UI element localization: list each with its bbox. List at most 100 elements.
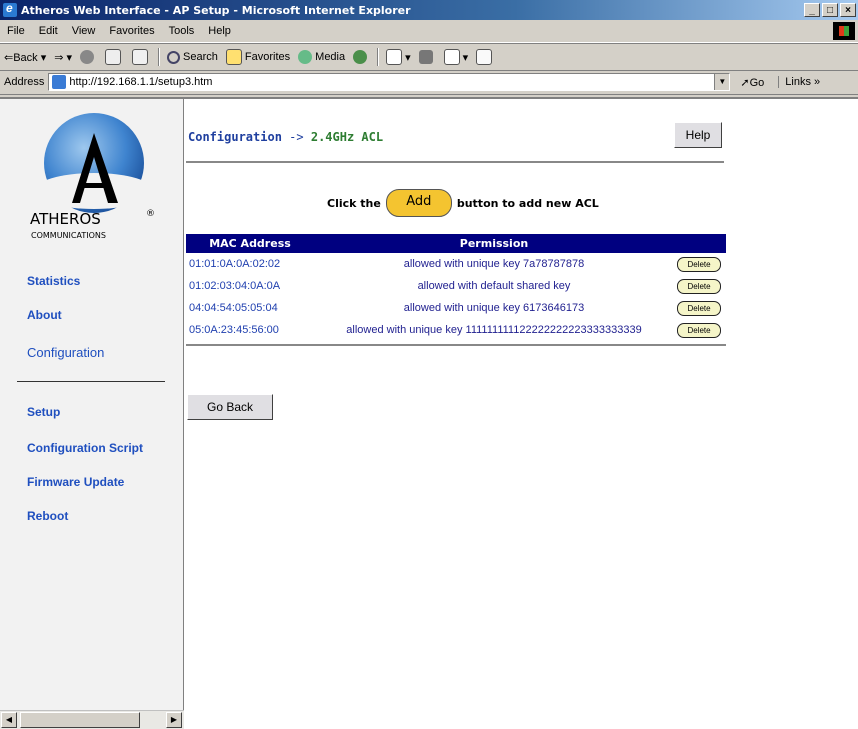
- address-bar: Address http://192.168.1.1/setup3.htm ▼ …: [0, 70, 858, 95]
- permission: allowed with unique key 1111111111222222…: [346, 324, 642, 336]
- favorites-button[interactable]: Favorites: [222, 49, 294, 65]
- help-button[interactable]: Help: [674, 122, 722, 148]
- search-label: Search: [183, 51, 218, 63]
- table-header-row: MAC Address Permission: [186, 234, 726, 253]
- print-icon: [418, 50, 433, 64]
- breadcrumb-arrow: ->: [289, 130, 304, 144]
- mail-button[interactable]: ▾: [382, 49, 415, 65]
- brand-registered: ®: [146, 209, 155, 219]
- menu-view[interactable]: View: [65, 25, 103, 37]
- toolbar-separator: [158, 48, 161, 66]
- delete-button[interactable]: Delete: [677, 256, 721, 272]
- go-back-button[interactable]: Go Back: [187, 394, 273, 420]
- scroll-right-icon[interactable]: ▶: [166, 712, 182, 728]
- brand-subtitle: COMMUNICATIONS: [31, 231, 106, 239]
- menu-edit[interactable]: Edit: [32, 25, 65, 37]
- scroll-thumb[interactable]: [20, 712, 140, 728]
- mail-icon: [386, 49, 403, 65]
- acl-table: MAC Address Permission 01:01:0A:0A:02:02…: [186, 234, 726, 341]
- refresh-button[interactable]: [101, 49, 128, 65]
- back-button[interactable]: ⇐Back ▾: [0, 51, 50, 64]
- col-action: [674, 234, 726, 253]
- refresh-icon: [105, 49, 122, 65]
- favorites-label: Favorites: [244, 51, 291, 63]
- stop-button[interactable]: [76, 50, 101, 64]
- top-divider: [186, 161, 724, 163]
- table-row: 01:02:03:04:0A:0A allowed with default s…: [186, 275, 726, 297]
- brand-name: ATHEROS: [30, 210, 101, 228]
- forward-label: ⇒: [54, 51, 64, 64]
- sidebar-item-about[interactable]: About: [27, 308, 62, 322]
- menu-file[interactable]: File: [0, 25, 32, 37]
- breadcrumb: Configuration -> 2.4GHz ACL: [188, 130, 383, 144]
- stop-icon: [80, 50, 95, 64]
- sidebar-item-statistics[interactable]: Statistics: [27, 274, 80, 288]
- permission: allowed with default shared key: [417, 280, 571, 292]
- menu-favorites[interactable]: Favorites: [102, 25, 161, 37]
- table-row: 05:0A:23:45:56:00 allowed with unique ke…: [186, 319, 726, 341]
- mac-address: 04:04:54:05:05:04: [189, 302, 278, 314]
- window-title: Atheros Web Interface - AP Setup - Micro…: [21, 3, 411, 17]
- sidebar-item-firmware-update[interactable]: Firmware Update: [27, 475, 124, 489]
- mac-address: 01:02:03:04:0A:0A: [189, 280, 281, 292]
- col-permission: Permission: [314, 234, 674, 253]
- window-title-bar: Atheros Web Interface - AP Setup - Micro…: [0, 0, 858, 20]
- edit-icon: [443, 49, 460, 65]
- add-button[interactable]: Add: [385, 189, 452, 217]
- main-frame: Configuration -> 2.4GHz ACL Help Click t…: [184, 99, 858, 729]
- ie-icon: [3, 1, 17, 17]
- media-button[interactable]: Media: [294, 50, 349, 64]
- instruction-post: button to add new ACL: [456, 196, 599, 210]
- bottom-divider: [186, 344, 726, 346]
- close-button[interactable]: ×: [840, 3, 856, 17]
- links-button[interactable]: Links »: [778, 76, 820, 88]
- forward-button[interactable]: ⇒ ▾: [50, 51, 76, 64]
- breadcrumb-current: 2.4GHz ACL: [310, 130, 384, 144]
- left-nav-frame: ATHEROS ® COMMUNICATIONS Statistics Abou…: [0, 99, 184, 711]
- home-button[interactable]: [128, 49, 155, 65]
- table-row: 04:04:54:05:05:04 allowed with unique ke…: [186, 297, 726, 319]
- delete-button[interactable]: Delete: [677, 278, 721, 294]
- favorites-icon: [225, 49, 242, 65]
- sidebar-item-setup[interactable]: Setup: [27, 405, 60, 419]
- address-input[interactable]: http://192.168.1.1/setup3.htm ▼: [48, 73, 731, 91]
- mac-address: 05:0A:23:45:56:00: [189, 324, 279, 336]
- menu-help[interactable]: Help: [201, 25, 238, 37]
- address-label: Address: [4, 76, 45, 88]
- permission: allowed with unique key 7a78787878: [403, 258, 585, 270]
- permission: allowed with unique key 6173646173: [403, 302, 585, 314]
- menu-tools[interactable]: Tools: [162, 25, 202, 37]
- delete-button[interactable]: Delete: [677, 322, 721, 338]
- sidebar-item-configuration-script[interactable]: Configuration Script: [27, 441, 143, 455]
- go-label: Go: [749, 76, 765, 89]
- maximize-button[interactable]: □: [822, 3, 838, 17]
- content-frame: ATHEROS ® COMMUNICATIONS Statistics Abou…: [0, 97, 858, 729]
- history-button[interactable]: [349, 50, 374, 64]
- links-label: Links: [785, 76, 811, 88]
- search-icon: [167, 50, 181, 64]
- discuss-icon: [476, 49, 493, 65]
- instruction-pre: Click the: [327, 196, 381, 210]
- media-label: Media: [315, 51, 346, 63]
- menu-bar: File Edit View Favorites Tools Help: [0, 20, 858, 43]
- discuss-button[interactable]: [472, 49, 499, 65]
- address-url: http://192.168.1.1/setup3.htm: [69, 76, 213, 88]
- minimize-button[interactable]: _: [804, 3, 820, 17]
- mac-address: 01:01:0A:0A:02:02: [189, 258, 281, 270]
- scroll-left-icon[interactable]: ◀: [1, 712, 17, 728]
- address-dropdown-icon[interactable]: ▼: [714, 74, 730, 90]
- go-button[interactable]: ➚Go: [740, 76, 764, 89]
- add-instruction: Click the Add button to add new ACL: [327, 189, 599, 217]
- search-button[interactable]: Search: [163, 50, 222, 64]
- atheros-logo: ATHEROS ® COMMUNICATIONS: [30, 113, 155, 239]
- left-frame-horizontal-scrollbar[interactable]: ◀ ▶: [0, 710, 184, 729]
- delete-button[interactable]: Delete: [677, 300, 721, 316]
- sidebar-divider: [17, 381, 165, 382]
- toolbar-separator: [377, 48, 380, 66]
- sidebar-item-reboot[interactable]: Reboot: [27, 509, 68, 523]
- media-icon: [298, 50, 313, 64]
- breadcrumb-root[interactable]: Configuration: [188, 130, 282, 144]
- edit-button[interactable]: ▾: [440, 49, 473, 65]
- print-button[interactable]: [415, 50, 440, 64]
- sidebar-item-configuration[interactable]: Configuration: [27, 345, 104, 360]
